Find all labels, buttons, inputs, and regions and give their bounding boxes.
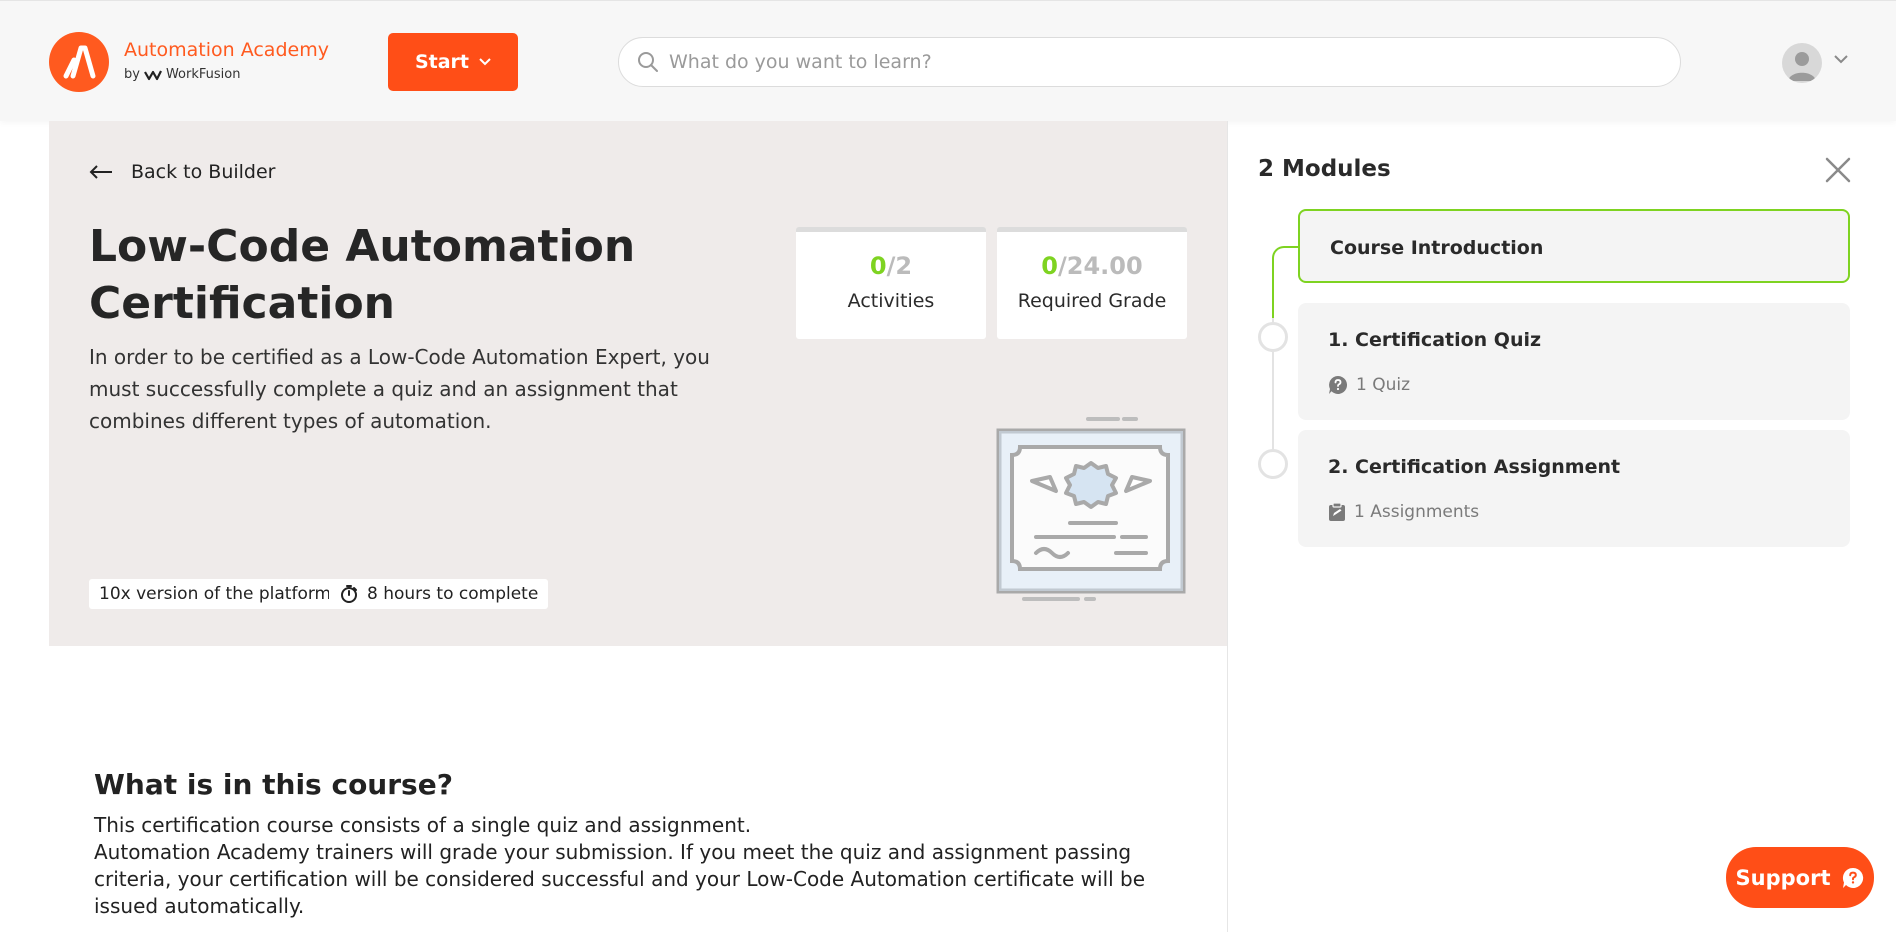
course-info-paragraph: Automation Academy trainers will grade y… [94, 840, 1146, 918]
module-meta-label: 1 Quiz [1356, 375, 1411, 395]
activities-stat-card: 0/2 Activities [796, 227, 986, 339]
course-hero: Back to Builder Low-Code Automation Cert… [49, 121, 1227, 646]
grade-count: 0/24.00 [997, 252, 1187, 280]
back-label: Back to Builder [131, 161, 276, 183]
support-label: Support [1735, 865, 1831, 890]
avatar[interactable] [1782, 43, 1822, 83]
intro-connector [1272, 246, 1298, 318]
arrow-left-icon [89, 165, 112, 179]
course-title: Low-Code Automation Certification [89, 221, 636, 329]
module-meta: 1 Assignments [1328, 502, 1479, 522]
module-status-circle [1258, 449, 1288, 479]
help-icon [1843, 867, 1864, 888]
stopwatch-icon [341, 585, 357, 603]
course-info-paragraph: This certification course consists of a … [94, 813, 752, 837]
grade-current: 0 [1041, 252, 1058, 280]
chevron-down-icon[interactable] [1834, 55, 1848, 64]
academy-logo-icon[interactable] [49, 32, 109, 92]
chevron-down-icon [479, 58, 491, 66]
module-certification-assignment[interactable]: 2. Certification Assignment 1 Assignment… [1298, 430, 1850, 547]
start-button[interactable]: Start [388, 33, 518, 91]
module-title: Course Introduction [1330, 237, 1544, 259]
start-label: Start [414, 51, 470, 73]
assignment-icon [1329, 502, 1345, 521]
brand-name: Automation Academy [124, 39, 329, 61]
panel-divider [1227, 121, 1228, 932]
required-grade-stat-card: 0/24.00 Required Grade [997, 227, 1187, 339]
module-meta-label: 1 Assignments [1354, 502, 1480, 522]
back-to-builder-link[interactable]: Back to Builder [89, 161, 275, 183]
activities-total: /2 [886, 252, 913, 280]
workfusion-logo-icon [143, 70, 162, 80]
course-description: In order to be certified as a Low-Code A… [89, 345, 710, 433]
brand-by-text: by [124, 67, 140, 82]
required-grade-label: Required Grade [1017, 290, 1167, 312]
course-info-title: What is in this course? [94, 768, 453, 801]
brand-company: WorkFusion [165, 67, 241, 82]
support-button[interactable]: Support [1726, 847, 1874, 908]
course-info-body: This certification course consists of a … [94, 812, 1194, 920]
module-course-introduction[interactable]: Course Introduction [1298, 209, 1850, 283]
search-icon [638, 52, 658, 72]
modules-count-title: 2 Modules [1258, 156, 1391, 182]
duration-label: 8 hours to complete [367, 584, 539, 604]
platform-version-label: 10x version of the platform [99, 584, 332, 604]
module-certification-quiz[interactable]: 1. Certification Quiz 1 Quiz [1298, 303, 1850, 420]
grade-total: /24.00 [1058, 252, 1143, 280]
activities-current: 0 [869, 252, 887, 280]
activities-count: 0/2 [796, 252, 986, 280]
certificate-illustration [996, 417, 1186, 601]
activities-label: Activities [847, 290, 935, 312]
close-icon[interactable] [1824, 156, 1852, 184]
module-status-circle [1258, 322, 1288, 352]
module-title: 1. Certification Quiz [1328, 329, 1542, 351]
module-title: 2. Certification Assignment [1328, 456, 1621, 478]
search-bar[interactable] [618, 37, 1681, 87]
platform-version-tag: 10x version of the platform [89, 579, 342, 609]
quiz-icon [1329, 375, 1348, 394]
top-header: Automation Academy by WorkFusion Start [0, 0, 1896, 121]
module-meta: 1 Quiz [1328, 375, 1410, 395]
duration-tag: 8 hours to complete [329, 579, 549, 609]
brand-byline: by WorkFusion [124, 67, 240, 82]
search-input[interactable] [669, 51, 1569, 73]
